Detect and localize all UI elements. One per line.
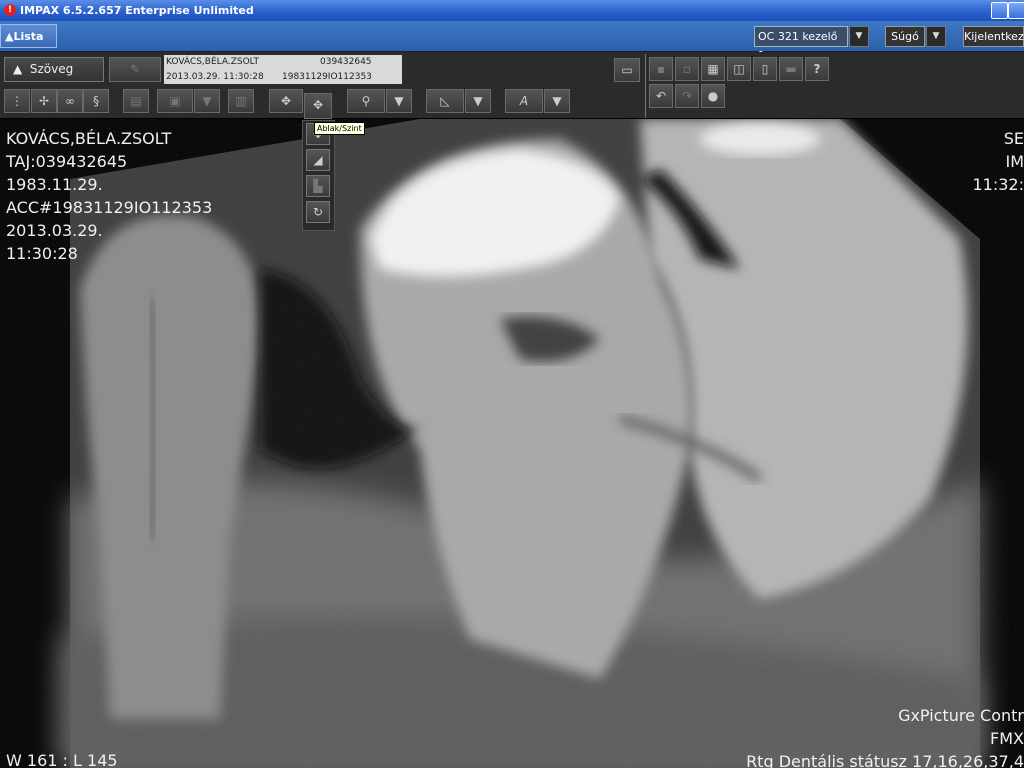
pointer-icon[interactable]: ✢ [31,89,57,113]
link-icon[interactable]: ∞ [57,89,83,113]
image-viewport[interactable]: KOVÁCS,BÉLA.ZSOLT TAJ:039432645 1983.11.… [0,119,1024,768]
device-overlay: GxPicture Contr FMX Rtg Dentális státusz… [746,704,1024,768]
overlay-device: GxPicture Contr [898,706,1024,725]
print-icon[interactable]: ▣ [157,89,193,113]
overlay-study-time: 11:30:28 [6,244,78,263]
rotate-tool-icon[interactable]: ↻ [306,201,330,223]
annotation-dropdown-icon[interactable]: ▼ [544,89,570,113]
help-dropdown-arrow[interactable]: ▼ [926,26,946,47]
overlay-study-date: 2013.03.29. [6,221,103,240]
overlay-time: 11:32: [972,175,1024,194]
pen-icon[interactable]: ✎ [109,57,161,82]
app-icon: ! [4,4,16,16]
measure-dropdown-icon[interactable]: ▼ [465,89,491,113]
histogram-tool-icon[interactable]: ▙ [306,175,330,197]
contrast-tool-icon[interactable]: ◢ [306,149,330,171]
patient-id: 039432645 [320,57,372,67]
overlay-patient-name: KOVÁCS,BÉLA.ZSOLT [6,129,172,148]
navigation-bar [0,21,1024,52]
operator-dropdown-arrow[interactable]: ▼ [849,26,869,47]
overlay-image: IM [1005,152,1024,171]
stack-icon[interactable]: ⋮ [4,89,30,113]
lista-label: Lista [13,30,44,43]
series-icon[interactable]: ◫ [727,57,751,81]
unlink-icon[interactable]: § [83,89,109,113]
zoom-icon[interactable]: ⚲ [347,89,385,113]
layout-1-icon[interactable]: ▪ [649,57,673,81]
patient-overlay: KOVÁCS,BÉLA.ZSOLT TAJ:039432645 1983.11.… [6,127,212,265]
measure-icon[interactable]: ◺ [426,89,464,113]
patient-name: KOVÁCS,BÉLA.ZSOLT [166,57,259,67]
tooltip: Ablak/Szint [314,122,365,135]
help-icon[interactable]: ? [805,57,829,81]
undo-icon[interactable]: ↶ [649,84,673,108]
overlay-study-description: Rtg Dentális státusz 17,16,26,37,4 [746,752,1024,768]
help-button[interactable]: Súgó [885,26,925,47]
text-tool-label: Szöveg [29,62,74,76]
grid-icon[interactable]: ▦ [701,57,725,81]
save-icon[interactable]: ▬ [779,57,803,81]
patient-info-panel: KOVÁCS,BÉLA.ZSOLT 039432645 2013.03.29. … [164,55,402,84]
maximize-button[interactable] [1008,2,1024,19]
overlay-taj: TAJ:039432645 [6,152,128,171]
title-bar: ! IMPAX 6.5.2.657 Enterprise Unlimited [0,0,1024,21]
chat-icon[interactable]: ▤ [123,89,149,113]
report-icon[interactable]: ▥ [228,89,254,113]
pan-icon[interactable]: ✥ [269,89,303,113]
logout-button[interactable]: Kijelentkez [963,26,1024,47]
lista-button[interactable]: ▲Lista [0,24,57,48]
compare-icon[interactable]: ▯ [753,57,777,81]
layout-2-icon[interactable]: ▫ [675,57,699,81]
zoom-dropdown-icon[interactable]: ▼ [386,89,412,113]
window-level-icon[interactable]: ✥ [304,93,332,119]
overlay-series: SE [1003,129,1024,148]
overlay-birthdate: 1983.11.29. [6,175,103,194]
overlay-modality: FMX [990,729,1024,748]
window-title: IMPAX 6.5.2.657 Enterprise Unlimited [20,4,254,17]
accession-number: 19831129IO112353 [282,72,372,82]
operator-select[interactable]: OC 321 kezelő 1 [754,26,848,62]
series-overlay: SE IM 11:32: [973,127,1024,196]
print-dropdown-icon[interactable]: ▼ [194,89,220,113]
redo-icon[interactable]: ↷ [675,84,699,108]
toolbar-separator [645,54,646,118]
study-datetime: 2013.03.29. 11:30:28 [166,72,264,82]
annotation-icon[interactable]: A [505,89,543,113]
window-level-overlay: W 161 : L 145 [6,751,118,768]
overlay-accession: ACC#19831129IO112353 [6,198,213,217]
text-tool-button[interactable]: ▲ Szöveg [4,57,104,82]
record-icon[interactable]: ● [701,84,725,108]
folder-icon[interactable]: ▭ [614,58,640,82]
minimize-button[interactable] [991,2,1008,19]
tool-popup: ✥ ◢ ▙ ↻ [302,120,335,231]
